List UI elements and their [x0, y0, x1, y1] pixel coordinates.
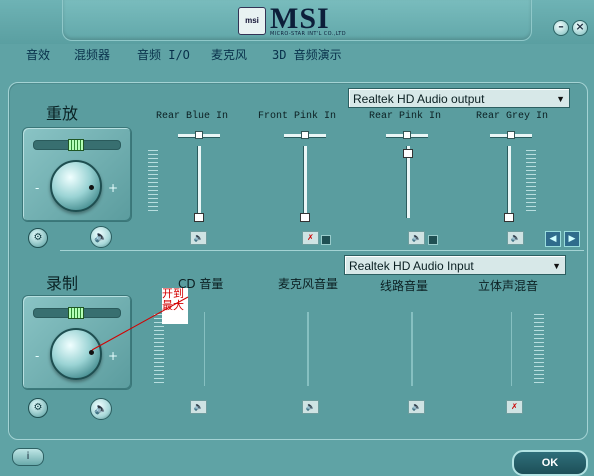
mute-icon[interactable]: 🔈	[408, 400, 425, 414]
annotation-arrow	[91, 296, 189, 351]
info-icon[interactable]: i	[12, 448, 44, 466]
mute-icon[interactable]: 🔈	[190, 400, 207, 414]
mute-icon[interactable]: ✗	[506, 400, 523, 414]
ok-button[interactable]: OK	[512, 450, 588, 476]
mute-icon[interactable]: 🔈	[302, 400, 319, 414]
